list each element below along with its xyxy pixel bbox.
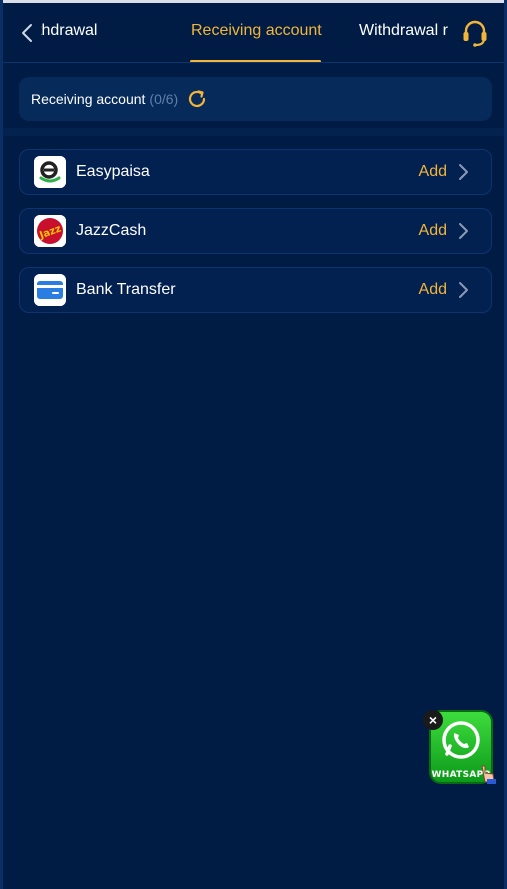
tab-withdrawal-record[interactable]: Withdrawal r [359,22,448,40]
method-name: JazzCash [76,222,147,239]
section-divider [3,128,504,136]
chevron-left-icon [22,24,32,42]
back-button[interactable] [15,21,39,45]
bank-card-icon [34,274,66,306]
account-label: Receiving account [31,91,146,107]
account-count: (0/6) [149,91,179,107]
jazzcash-logo-icon: Jazz [34,215,66,247]
add-button[interactable]: Add [419,163,447,181]
whatsapp-float-button[interactable]: WHATSAPP × [421,706,501,788]
hand-pointer-icon [481,765,496,784]
chevron-right-icon [457,222,475,240]
tab-last-withdrawal[interactable]: st withdrawal [41,22,97,40]
easypaisa-logo-icon [34,156,66,188]
add-button[interactable]: Add [419,222,447,240]
list-item-bank-transfer[interactable]: Bank Transfer Add [19,267,492,313]
list-item-jazzcash[interactable]: Jazz JazzCash Add [19,208,492,254]
refresh-icon[interactable] [186,88,208,110]
customer-service-button[interactable] [460,18,490,48]
header: st withdrawal Receiving account Withdraw… [3,3,504,63]
list-item-easypaisa[interactable]: Easypaisa Add [19,149,492,195]
method-name: Easypaisa [76,163,150,180]
close-icon[interactable]: × [423,710,443,730]
method-name: Bank Transfer [76,281,176,298]
active-tab-indicator [190,60,321,62]
headset-icon [463,20,487,47]
add-button[interactable]: Add [419,281,447,299]
tab-receiving-account[interactable]: Receiving account [191,22,322,40]
chevron-right-icon [457,163,475,181]
receiving-account-summary: Receiving account (0/6) [19,77,492,121]
tab-bar: st withdrawal Receiving account Withdraw… [41,3,454,62]
chevron-right-icon [457,281,475,299]
